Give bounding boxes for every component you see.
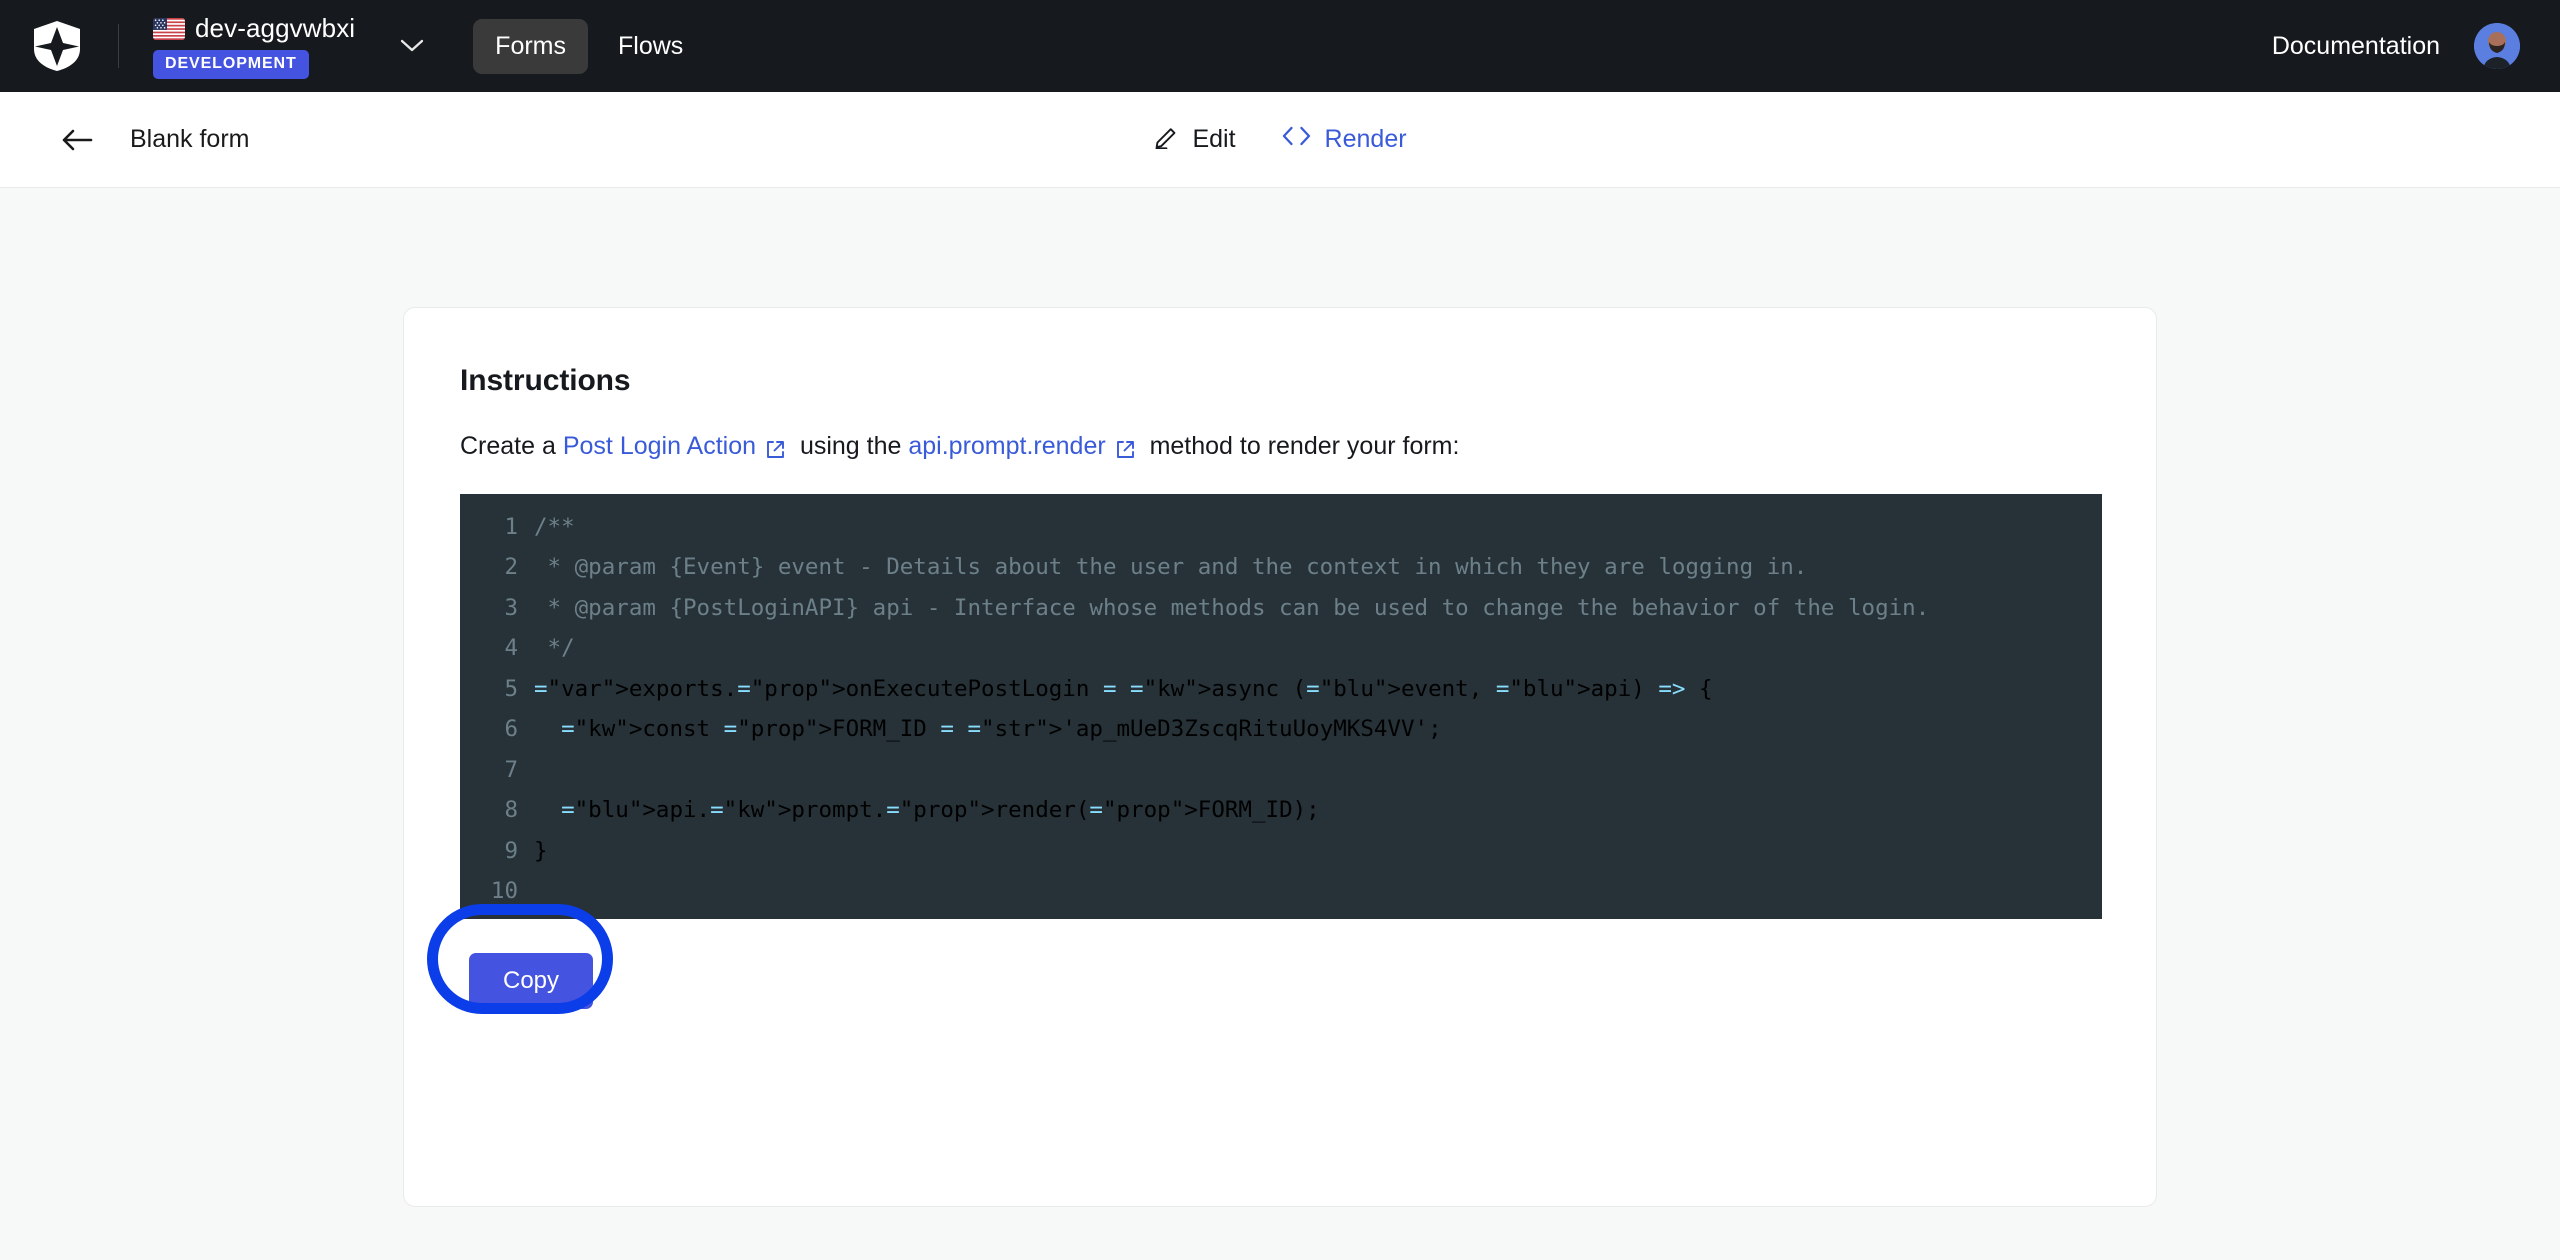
top-navigation-bar: dev-aggvwbxi DEVELOPMENT Forms Flows Doc… [0,0,2560,92]
desc-text-1: Create a [460,432,563,460]
code-line: 4 */ [460,628,2102,669]
arrow-left-icon[interactable] [60,123,94,157]
avatar[interactable] [2474,23,2520,69]
environment-badge: DEVELOPMENT [153,50,309,79]
page-title: Blank form [130,125,250,153]
nav-tab-forms[interactable]: Forms [473,18,588,74]
code-lines: 1 /** 2 * @param {Event} event - Details a… [460,494,2102,919]
code-line-content [534,750,2102,791]
tab-render[interactable]: Render [1282,125,1407,154]
nav-right-group: Documentation [2272,23,2520,69]
code-snippet-block[interactable]: 1 /** 2 * @param {Event} event - Details a… [460,493,2102,919]
code-line: 11/** [460,912,2102,919]
code-line-content [534,871,2102,912]
nav-tabs: Forms Flows [473,18,705,74]
code-line-content: * @param {Event} event - Details about t… [534,554,1808,581]
code-line-number: 8 [504,797,518,824]
code-line: 10 [460,871,2102,912]
code-line-number: 9 [504,837,518,864]
external-link-icon [1115,436,1136,459]
tab-edit-label: Edit [1192,125,1236,153]
nav-divider [118,24,119,68]
code-line-number: 7 [504,756,518,783]
code-line-content: } [534,837,548,864]
code-line: 9} [460,831,2102,872]
code-line-content: /** [534,912,2102,919]
code-line-number: 5 [504,675,518,702]
us-flag-icon [153,17,185,40]
view-tabs: Edit Render [1153,92,1407,187]
tab-edit[interactable]: Edit [1153,123,1236,156]
code-line-content: ="blu">api.="kw">prompt.="prop">render(=… [561,797,1320,824]
code-line: 7 [460,750,2102,791]
api-prompt-render-link[interactable]: api.prompt.render [908,430,1135,464]
external-link-icon [765,436,786,459]
code-line: 6 ="kw">const ="prop">FORM_ID = ="str">'… [460,709,2102,750]
code-line: 2 * @param {Event} event - Details about… [460,547,2102,588]
instructions-card: Instructions Create a Post Login Action … [403,307,2157,1207]
code-line-number: 10 [490,878,518,905]
code-line-content: */ [534,635,575,662]
copy-button-area: Copy [427,903,2102,1029]
instructions-description: Create a Post Login Action using the api… [460,430,2100,464]
code-line-content: * @param {PostLoginAPI} api - Interface … [534,594,1930,621]
code-line-number: 4 [504,635,518,662]
code-line-content: ="kw">const ="prop">FORM_ID = ="str">'ap… [561,716,1442,743]
api-prompt-render-link-label: api.prompt.render [908,432,1106,460]
code-brackets-icon [1282,125,1312,154]
code-line-number: 2 [504,554,518,581]
desc-text-3: method to render your form: [1135,432,1460,460]
code-line: 3 * @param {PostLoginAPI} api - Interfac… [460,588,2102,629]
tab-render-label: Render [1324,125,1407,153]
code-line: 1 /** [460,507,2102,548]
tenant-row: dev-aggvwbxi [153,13,355,44]
code-line-number: 3 [504,594,518,621]
code-line-content: /** [534,513,575,540]
auth0-shield-logo-icon[interactable] [34,21,80,71]
code-line-content: ="var">exports.="prop">onExecutePostLogi… [534,675,1713,702]
form-subheader: Blank form Edit Render [0,92,2560,188]
desc-text-2: using the [786,432,909,460]
post-login-action-link[interactable]: Post Login Action [563,430,786,464]
post-login-action-link-label: Post Login Action [562,432,757,460]
code-line-number: 1 [504,513,518,540]
code-line: 5 ="var">exports.="prop">onExecutePostLog… [460,669,2102,710]
code-line-number: 11 [460,912,534,919]
copy-button[interactable]: Copy [469,952,594,1009]
main-content: Instructions Create a Post Login Action … [0,188,2560,1260]
instructions-title: Instructions [460,364,631,397]
code-line: 8 ="blu">api.="kw">prompt.="prop">render… [460,790,2102,831]
code-line-number: 6 [504,716,518,743]
tenant-name: dev-aggvwbxi [195,13,356,43]
tenant-selector[interactable]: dev-aggvwbxi DEVELOPMENT [153,13,355,79]
documentation-link[interactable]: Documentation [2272,32,2440,61]
chevron-down-icon[interactable] [397,31,427,61]
nav-tab-flows[interactable]: Flows [596,19,705,74]
pencil-icon [1153,123,1179,156]
